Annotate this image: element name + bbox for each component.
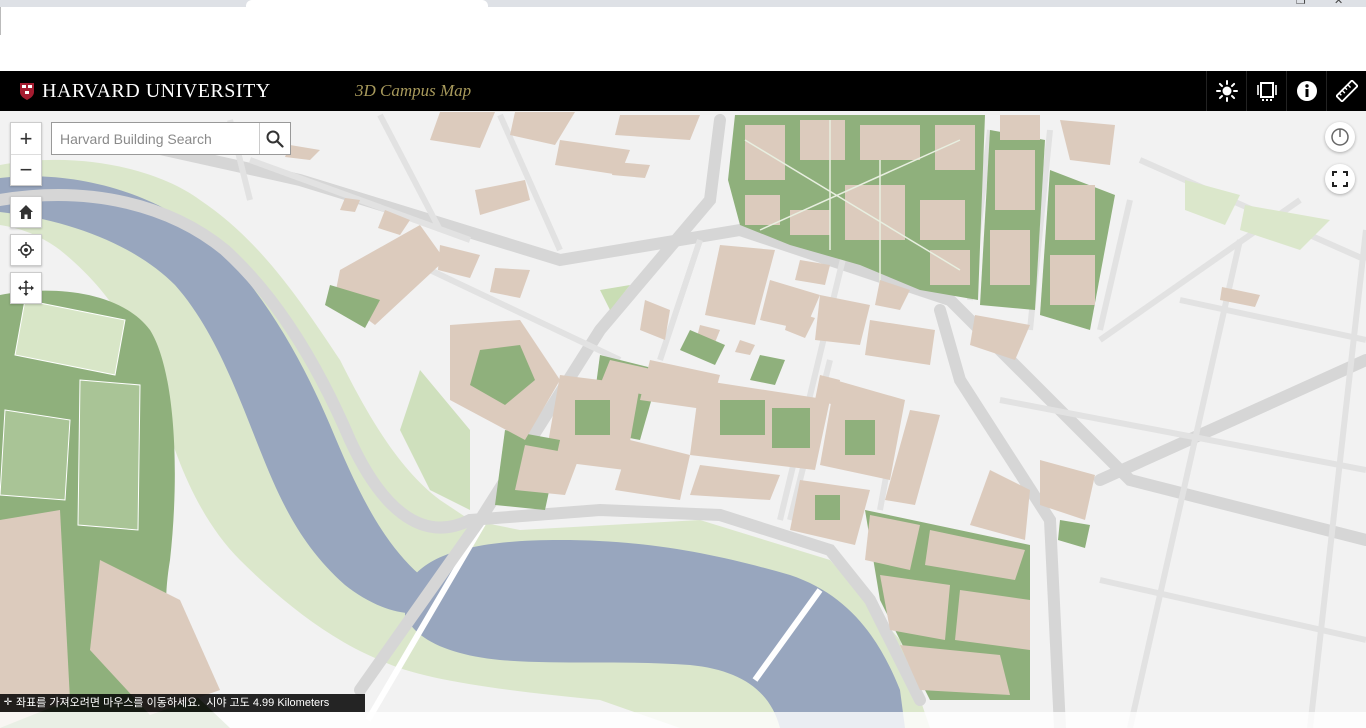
ruler-icon [1335,80,1358,102]
layers-button[interactable] [1246,71,1286,111]
layer-list-icon [1256,82,1277,101]
coordinate-hint: 좌표를 가져오려면 마우스를 이동하세요. [16,697,201,709]
map-attribution [0,712,1366,728]
info-icon [1296,81,1317,101]
restore-icon[interactable]: ❐ [1296,0,1306,7]
info-button[interactable] [1286,71,1326,111]
search-button[interactable] [259,123,290,154]
university-name[interactable]: HARVARD UNIVERSITY [42,80,271,102]
browser-tab-bar [0,0,1366,7]
fullscreen-icon [1332,171,1348,187]
home-button[interactable] [10,196,42,228]
measure-button[interactable] [1326,71,1366,111]
home-icon [19,205,33,219]
compass-button[interactable] [1325,122,1355,152]
map-basemap[interactable] [0,111,1366,728]
coordinate-bar: ✛ 좌표를 가져오려면 마우스를 이동하세요. 시야 고도 4.99 Kilom… [0,694,365,712]
compass-icon [1331,128,1349,146]
search-icon [266,130,284,148]
crosshair-icon[interactable]: ✛ [0,694,16,712]
zoom-in-button[interactable]: + [11,123,41,154]
app-title: 3D Campus Map [355,81,472,100]
harvard-shield-icon [20,83,34,100]
map-view[interactable] [0,111,1366,728]
fullscreen-button[interactable] [1325,164,1355,194]
zoom-control: + − [10,122,42,186]
pan-button[interactable] [10,272,42,304]
browser-chrome: ❐ ✕ [0,0,1366,71]
close-icon[interactable]: ✕ [1334,0,1343,7]
search-input[interactable] [52,123,259,154]
altitude-readout: 시야 고도 4.99 Kilometers [206,697,330,709]
sun-icon [1215,80,1238,102]
locate-icon [18,242,34,258]
daylight-button[interactable] [1206,71,1246,111]
browser-tab[interactable] [246,0,488,7]
locate-button[interactable] [10,234,42,266]
divider [0,7,1,35]
pan-icon [18,280,34,296]
zoom-out-button[interactable]: − [11,154,41,185]
building-search [51,122,291,155]
